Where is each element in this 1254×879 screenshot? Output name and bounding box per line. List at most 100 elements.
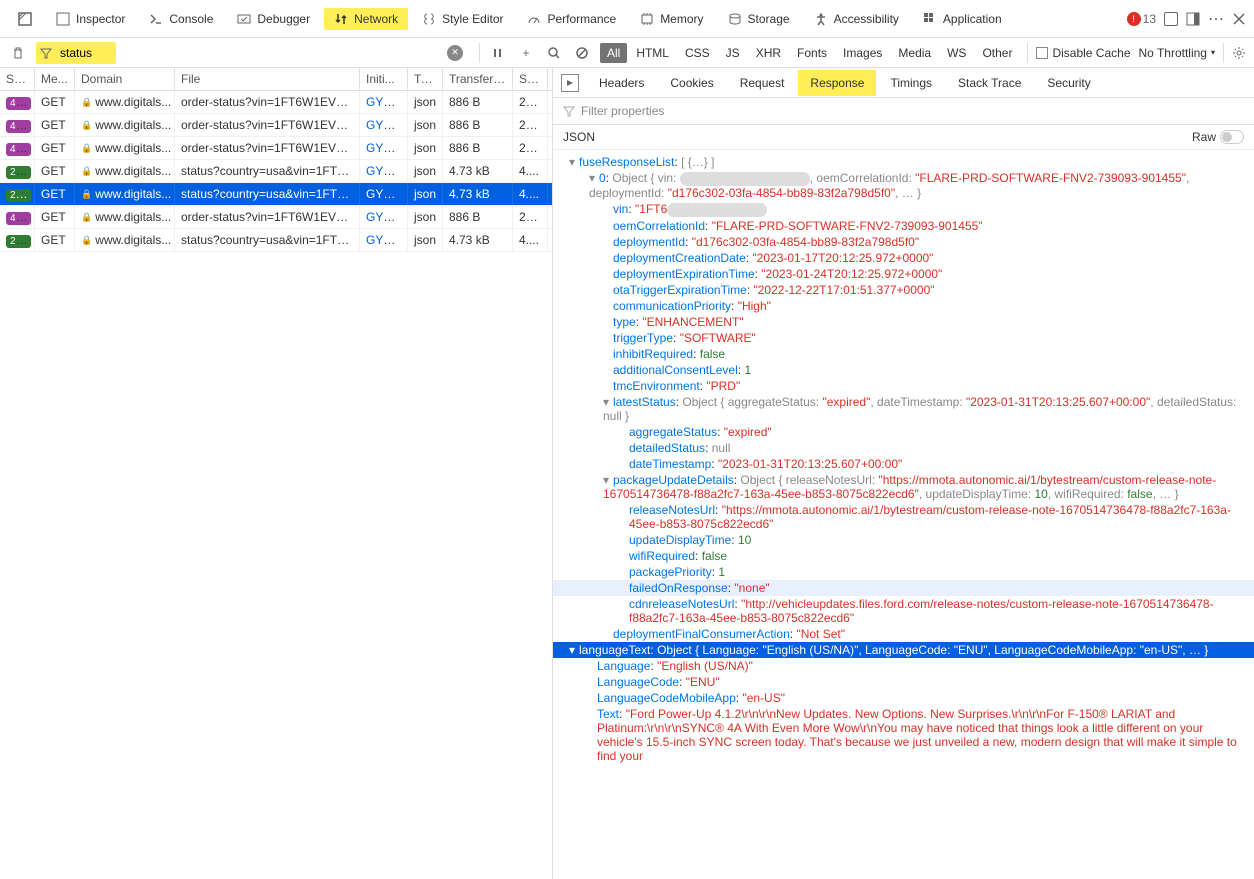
detail-tab-stack-trace[interactable]: Stack Trace [946, 70, 1033, 96]
expand-arrow[interactable]: ▾ [603, 473, 613, 487]
initiator-cell[interactable]: GYKYY... [360, 114, 408, 136]
tab-application[interactable]: Application [913, 8, 1012, 30]
filter-type-all[interactable]: All [600, 43, 627, 63]
request-row[interactable]: 200GET🔒www.digitals...status?country=usa… [0, 229, 552, 252]
dock-side-icon[interactable] [1186, 12, 1200, 26]
filter-input[interactable] [52, 42, 112, 64]
request-row[interactable]: 404GET🔒www.digitals...order-status?vin=1… [0, 114, 552, 137]
transferred-cell: 4.73 kB [443, 183, 513, 205]
detail-tab-timings[interactable]: Timings [878, 70, 944, 96]
lock-icon: 🔒 [81, 189, 92, 200]
responsive-mode-icon[interactable] [1164, 12, 1178, 26]
tab-performance[interactable]: Performance [517, 8, 626, 30]
throttling-select[interactable]: No Throttling▾ [1139, 46, 1216, 60]
tab-memory[interactable]: Memory [630, 8, 713, 30]
tab-accessibility[interactable]: Accessibility [804, 8, 909, 30]
tab-console[interactable]: Console [139, 8, 223, 30]
error-count[interactable]: !13 [1127, 12, 1156, 26]
initiator-cell[interactable]: GYKYY... [360, 229, 408, 251]
tab-inspector[interactable]: Inspector [46, 8, 135, 30]
column-header[interactable]: Type [408, 68, 443, 90]
detail-tab-security[interactable]: Security [1035, 70, 1102, 96]
transferred-cell: 886 B [443, 114, 513, 136]
lock-icon: 🔒 [81, 235, 92, 246]
column-header[interactable]: Transferred [443, 68, 513, 90]
tab-storage[interactable]: Storage [718, 8, 800, 30]
detail-tabs: HeadersCookiesRequestResponseTimingsStac… [553, 68, 1254, 98]
expand-arrow[interactable]: ▾ [569, 643, 579, 657]
file-cell: order-status?vin=1FT6W1EV5N ⟳ [175, 137, 360, 159]
initiator-cell[interactable]: GYKYY... [360, 206, 408, 228]
request-row[interactable]: 404GET🔒www.digitals...order-status?vin=1… [0, 91, 552, 114]
redacted-value [680, 172, 810, 186]
domain-cell: 🔒www.digitals... [75, 91, 175, 113]
close-icon[interactable] [1232, 12, 1246, 26]
size-cell: 23... [513, 114, 548, 136]
domain-cell: 🔒www.digitals... [75, 183, 175, 205]
search-icon[interactable] [544, 43, 564, 63]
dock-button[interactable] [8, 8, 42, 30]
initiator-cell[interactable]: GYKYY... [360, 137, 408, 159]
method-cell: GET [35, 160, 75, 182]
tab-style-editor[interactable]: Style Editor [412, 8, 513, 30]
size-cell: 4.... [513, 183, 548, 205]
initiator-cell[interactable]: GYKYY... [360, 183, 408, 205]
expand-arrow[interactable]: ▾ [569, 155, 579, 169]
filter-type-images[interactable]: Images [836, 43, 889, 63]
pause-icon[interactable] [488, 43, 508, 63]
detail-tab-request[interactable]: Request [728, 70, 797, 96]
raw-toggle[interactable]: Raw [1192, 130, 1244, 144]
filter-type-css[interactable]: CSS [678, 43, 717, 63]
error-icon: ! [1127, 12, 1141, 26]
size-cell: 23... [513, 91, 548, 113]
transferred-cell: 886 B [443, 206, 513, 228]
status-badge: 200 [6, 235, 31, 248]
tab-network[interactable]: Network [324, 8, 408, 30]
type-cell: json [408, 114, 443, 136]
detail-tab-cookies[interactable]: Cookies [658, 70, 725, 96]
request-row[interactable]: 404GET🔒www.digitals...order-status?vin=1… [0, 137, 552, 160]
filter-type-html[interactable]: HTML [629, 43, 676, 63]
filter-type-xhr[interactable]: XHR [749, 43, 788, 63]
more-icon[interactable]: ⋯ [1208, 9, 1224, 29]
add-icon[interactable]: + [516, 43, 536, 63]
column-header[interactable]: Size [513, 68, 548, 90]
size-cell: 23... [513, 137, 548, 159]
column-header[interactable]: Sta... [0, 68, 35, 90]
status-badge: 404 [6, 212, 31, 225]
json-label: JSON [563, 130, 595, 144]
size-cell: 4.... [513, 160, 548, 182]
file-cell: status?country=usa&vin=1FT6 ⟳ [175, 229, 360, 251]
detail-tab-headers[interactable]: Headers [587, 70, 656, 96]
column-header[interactable]: File [175, 68, 360, 90]
gear-icon[interactable] [1232, 46, 1246, 60]
filter-type-other[interactable]: Other [975, 43, 1019, 63]
property-filter[interactable]: Filter properties [553, 98, 1254, 125]
block-icon[interactable] [572, 43, 592, 63]
domain-cell: 🔒www.digitals... [75, 137, 175, 159]
tab-debugger[interactable]: Debugger [227, 8, 320, 30]
filter-type-ws[interactable]: WS [940, 43, 973, 63]
clear-filter-icon[interactable]: ✕ [447, 45, 463, 61]
column-header[interactable]: Domain [75, 68, 175, 90]
request-row[interactable]: 404GET🔒www.digitals...order-status?vin=1… [0, 206, 552, 229]
initiator-cell[interactable]: GYKYY... [360, 91, 408, 113]
initiator-cell[interactable]: GYKYY... [360, 160, 408, 182]
request-row[interactable]: 200GET🔒www.digitals...status?country=usa… [0, 160, 552, 183]
redacted-value [667, 203, 767, 217]
devtools-toolbar: Inspector Console Debugger Network Style… [0, 0, 1254, 38]
request-list-body: 404GET🔒www.digitals...order-status?vin=1… [0, 91, 552, 252]
lock-icon: 🔒 [81, 212, 92, 223]
filter-type-js[interactable]: JS [719, 43, 747, 63]
request-row[interactable]: 200GET🔒www.digitals...status?country=usa… [0, 183, 552, 206]
detail-tab-response[interactable]: Response [798, 70, 876, 96]
column-header[interactable]: Me... [35, 68, 75, 90]
disable-cache-checkbox[interactable]: Disable Cache [1036, 46, 1130, 60]
filter-type-media[interactable]: Media [891, 43, 938, 63]
toggle-raw-icon[interactable] [561, 74, 579, 92]
clear-requests-icon[interactable] [8, 43, 28, 63]
expand-arrow[interactable]: ▾ [589, 171, 599, 185]
expand-arrow[interactable]: ▾ [603, 395, 613, 409]
column-header[interactable]: Initi... [360, 68, 408, 90]
filter-type-fonts[interactable]: Fonts [790, 43, 834, 63]
